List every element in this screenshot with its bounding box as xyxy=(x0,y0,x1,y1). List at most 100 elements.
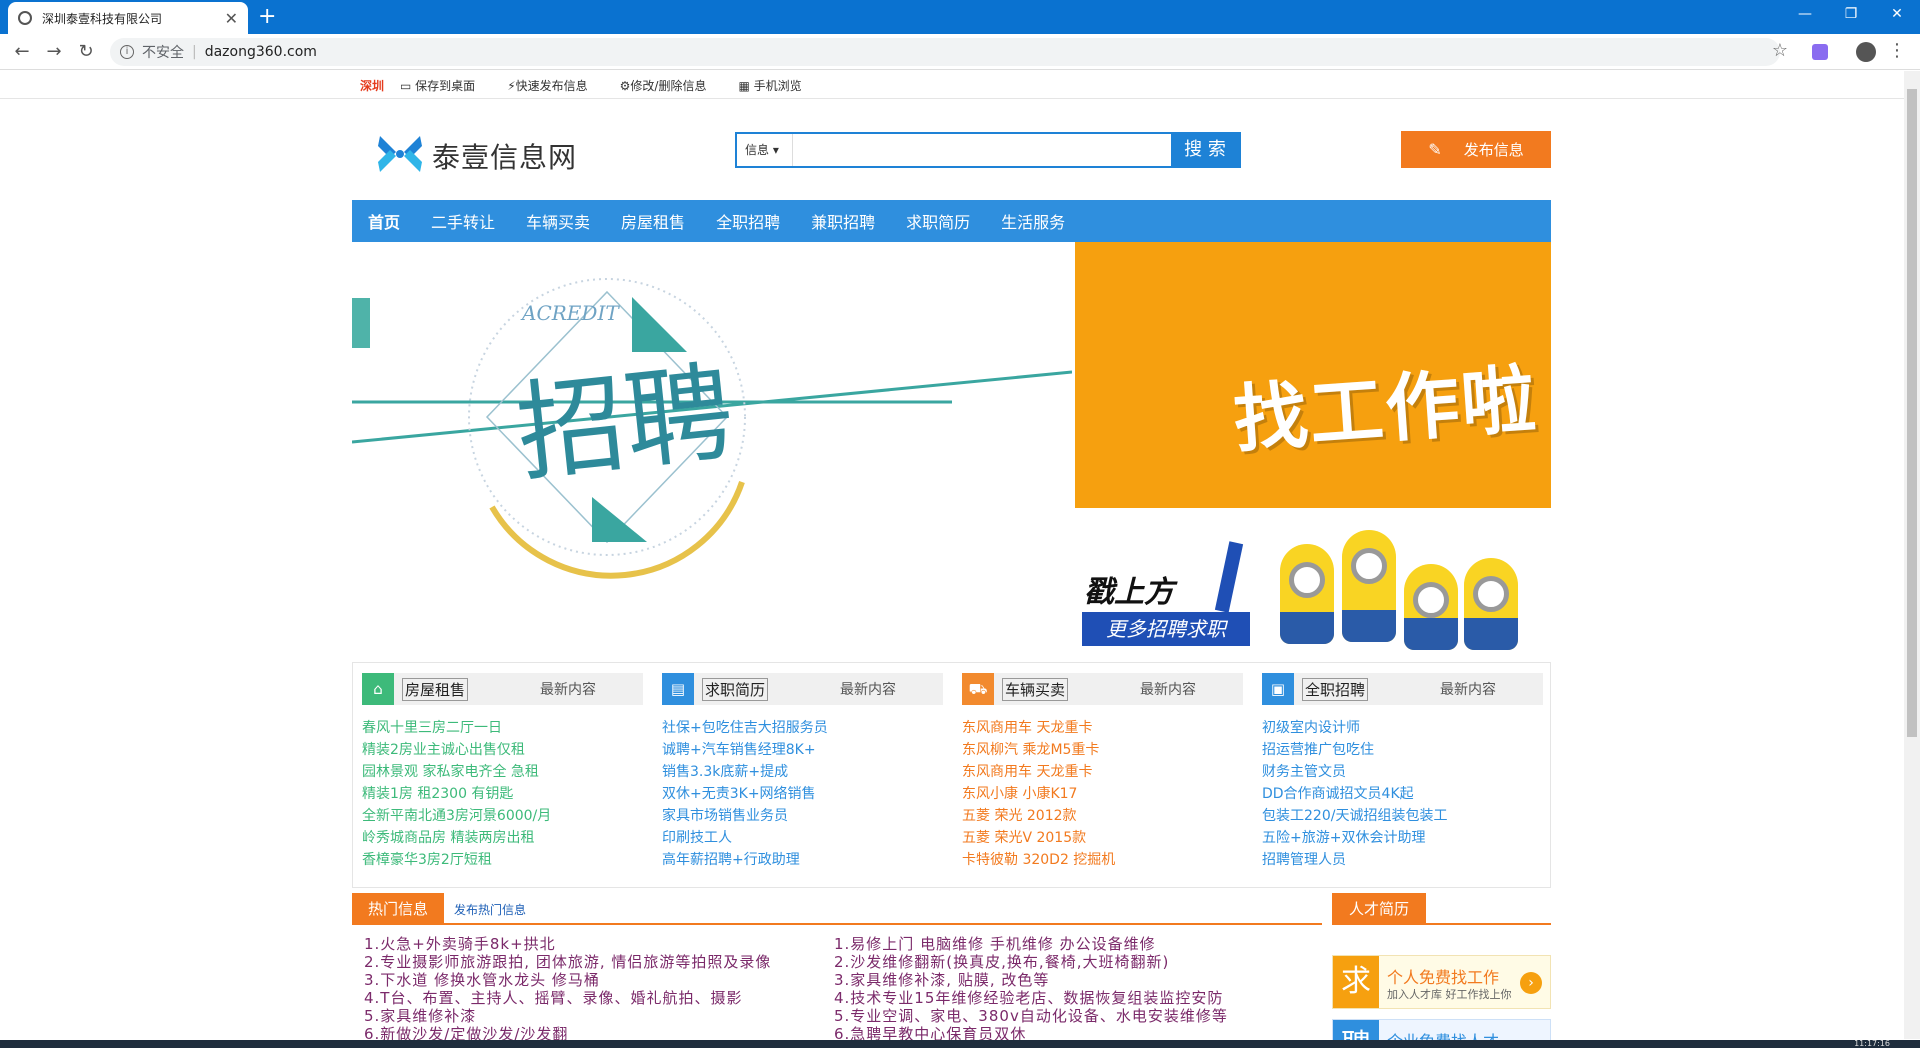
list-item[interactable]: 诚聘+汽车销售经理8K+ xyxy=(662,739,943,761)
publish-hot-link[interactable]: 发布热门信息 xyxy=(454,901,526,918)
publish-button[interactable]: ✎ 发布信息 xyxy=(1401,131,1551,168)
tab-title: 深圳泰壹科技有限公司 xyxy=(42,11,163,26)
category-latest-label: 最新内容 xyxy=(840,682,896,698)
list-item[interactable]: 1.火急+外卖骑手8k+拱北 xyxy=(364,935,834,953)
browser-tab-strip: 深圳泰壹科技有限公司 ✕ + — ❐ ✕ xyxy=(0,0,1920,34)
logo-icon[interactable] xyxy=(376,130,424,178)
list-item[interactable]: 卡特彼勒 320D2 挖掘机 xyxy=(962,849,1243,871)
profile-icon[interactable] xyxy=(1856,42,1876,62)
category-title[interactable]: 车辆买卖 xyxy=(1002,677,1069,701)
job-seeker-title: 个人免费找工作 xyxy=(1387,968,1500,987)
nav-fulltime-jobs[interactable]: 全职招聘 xyxy=(716,209,780,233)
list-item[interactable]: 岭秀城商品房 精装两房出租 xyxy=(362,827,643,849)
list-item[interactable]: 社保+包吃住吉大招服务员 xyxy=(662,717,943,739)
list-item[interactable]: 春风十里三房二厅一日 xyxy=(362,717,643,739)
tab-talent-resumes[interactable]: 人才简历 xyxy=(1332,893,1426,925)
mobile-link[interactable]: ▦ 手机浏览 xyxy=(738,77,817,94)
list-item[interactable]: 双休+无责3K+网络销售 xyxy=(662,783,943,805)
list-item[interactable]: 包装工220/天诚招组装包装工 xyxy=(1262,805,1543,827)
nav-life-services[interactable]: 生活服务 xyxy=(1001,209,1065,233)
taskbar-clock: 11:17:16 xyxy=(1854,1039,1890,1048)
edit-icon: ✎ xyxy=(1428,140,1442,159)
search-button[interactable]: 搜 索 xyxy=(1171,134,1239,166)
list-item[interactable]: 东风商用车 天龙重卡 xyxy=(962,761,1243,783)
list-item[interactable]: 初级室内设计师 xyxy=(1262,717,1543,739)
list-item[interactable]: 全新平南北通3房河景6000/月 xyxy=(362,805,643,827)
briefcase-icon: ▣ xyxy=(1262,673,1294,705)
tab-close-icon[interactable]: ✕ xyxy=(225,9,238,28)
nav-vehicles[interactable]: 车辆买卖 xyxy=(526,209,590,233)
bookmark-star-icon[interactable]: ☆ xyxy=(1772,40,1788,61)
list-item[interactable]: DD合作商诚招文员4K起 xyxy=(1262,783,1543,805)
logo-text[interactable]: 泰壹信息网 xyxy=(432,136,577,176)
list-item[interactable]: 东风小康 小康K17 xyxy=(962,783,1243,805)
category-resumes: ▤ 求职简历 最新内容 社保+包吃住吉大招服务员 诚聘+汽车销售经理8K+ 销售… xyxy=(662,673,943,871)
minimize-button[interactable]: — xyxy=(1782,0,1828,28)
omnibox[interactable]: i 不安全 | dazong360.com xyxy=(110,38,1780,66)
tab-hot-info[interactable]: 热门信息 xyxy=(352,893,444,925)
browser-tab[interactable]: 深圳泰壹科技有限公司 ✕ xyxy=(8,2,248,34)
banner-cta: 戳上方 xyxy=(1084,575,1174,610)
list-item[interactable]: 精装1房 租2300 有钥匙 xyxy=(362,783,643,805)
list-item[interactable]: 印刷技工人 xyxy=(662,827,943,849)
quick-publish-link[interactable]: ⚡快速发布信息 xyxy=(507,77,603,94)
list-item[interactable]: 5.专业空调、家电、380v自动化设备、水电安装维修等 xyxy=(834,1007,1304,1025)
list-item[interactable]: 五险+旅游+双休会计助理 xyxy=(1262,827,1543,849)
list-item[interactable]: 招运营推广包吃住 xyxy=(1262,739,1543,761)
extension-icon[interactable] xyxy=(1812,44,1828,60)
up-arrow-icon xyxy=(1214,541,1244,613)
list-item[interactable]: 五菱 荣光 2012款 xyxy=(962,805,1243,827)
nav-home[interactable]: 首页 xyxy=(368,209,400,233)
info-icon[interactable]: i xyxy=(120,45,134,59)
category-title[interactable]: 求职简历 xyxy=(702,677,769,701)
hot-list-right: 1.易修上门 电脑维修 手机维修 办公设备维修 2.沙发维修翻新(换真皮,换布,… xyxy=(834,935,1304,1043)
list-item[interactable]: 5.家具维修补漆 xyxy=(364,1007,834,1025)
list-item[interactable]: 4.T台、布置、主持人、摇臂、录像、婚礼航拍、摄影 xyxy=(364,989,834,1007)
list-item[interactable]: 2.专业摄影师旅游跟拍, 团体旅游, 情侣旅游等拍照及录像 xyxy=(364,953,834,971)
job-seeker-card[interactable]: 求 个人免费找工作 加入人才库 好工作找上你 › xyxy=(1332,955,1551,1009)
list-item[interactable]: 1.易修上门 电脑维修 手机维修 办公设备维修 xyxy=(834,935,1304,953)
category-latest-label: 最新内容 xyxy=(540,682,596,698)
list-item[interactable]: 家具市场销售业务员 xyxy=(662,805,943,827)
list-item[interactable]: 高年薪招聘+行政助理 xyxy=(662,849,943,871)
nav-housing[interactable]: 房屋租售 xyxy=(621,209,685,233)
edit-delete-link[interactable]: ⚙修改/删除信息 xyxy=(620,77,723,94)
save-desktop-link[interactable]: ▭ 保存到桌面 xyxy=(400,77,491,94)
menu-icon[interactable]: ⋮ xyxy=(1888,40,1906,61)
page-scrollbar[interactable] xyxy=(1904,71,1920,1039)
list-item[interactable]: 4.技术专业15年维修经验老店、数据恢复组装监控安防 xyxy=(834,989,1304,1007)
list-item[interactable]: 园林景观 家私家电齐全 急租 xyxy=(362,761,643,783)
nav-second-hand[interactable]: 二手转让 xyxy=(431,209,495,233)
list-item[interactable]: 销售3.3k底薪+提成 xyxy=(662,761,943,783)
list-item[interactable]: 香樟豪华3房2厅短租 xyxy=(362,849,643,871)
list-item[interactable]: 2.沙发维修翻新(换真皮,换布,餐椅,大班椅翻新) xyxy=(834,953,1304,971)
list-item[interactable]: 招聘管理人员 xyxy=(1262,849,1543,871)
forward-icon[interactable]: → xyxy=(42,40,66,64)
url-text[interactable]: dazong360.com xyxy=(205,44,317,60)
list-item[interactable]: 东风商用车 天龙重卡 xyxy=(962,717,1243,739)
list-item[interactable]: 财务主管文员 xyxy=(1262,761,1543,783)
list-item[interactable]: 五菱 荣光V 2015款 xyxy=(962,827,1243,849)
nav-parttime-jobs[interactable]: 兼职招聘 xyxy=(811,209,875,233)
list-item[interactable]: 精装2房业主诚心出售仅租 xyxy=(362,739,643,761)
save-desktop-label: 保存到桌面 xyxy=(415,79,476,93)
restore-button[interactable]: ❐ xyxy=(1828,0,1874,28)
close-window-button[interactable]: ✕ xyxy=(1874,0,1920,28)
list-item[interactable]: 3.下水道 修换水管水龙头 修马桶 xyxy=(364,971,834,989)
category-title[interactable]: 房屋租售 xyxy=(402,677,469,701)
reload-icon[interactable]: ↻ xyxy=(74,40,98,64)
search-category-select[interactable]: 信息 ▾ xyxy=(737,134,793,166)
search-input[interactable] xyxy=(793,134,1171,166)
scrollbar-thumb[interactable] xyxy=(1907,89,1917,737)
minion-graphic xyxy=(1342,530,1396,642)
category-title[interactable]: 全职招聘 xyxy=(1302,677,1369,701)
list-item[interactable]: 3.家具维修补漆, 贴膜, 改色等 xyxy=(834,971,1304,989)
new-tab-button[interactable]: + xyxy=(258,4,276,30)
banner-more-link[interactable]: 更多招聘求职 xyxy=(1082,612,1250,646)
list-item[interactable]: 东风柳汽 乘龙M5重卡 xyxy=(962,739,1243,761)
car-icon: ⛟ xyxy=(962,673,994,705)
city-link[interactable]: 深圳 xyxy=(360,77,384,94)
back-icon[interactable]: ← xyxy=(10,40,34,64)
nav-resumes[interactable]: 求职简历 xyxy=(906,209,970,233)
hero-banner[interactable]: ACREDIT 招聘 找工作啦 戳上方 更多招聘求职 xyxy=(352,242,1551,654)
